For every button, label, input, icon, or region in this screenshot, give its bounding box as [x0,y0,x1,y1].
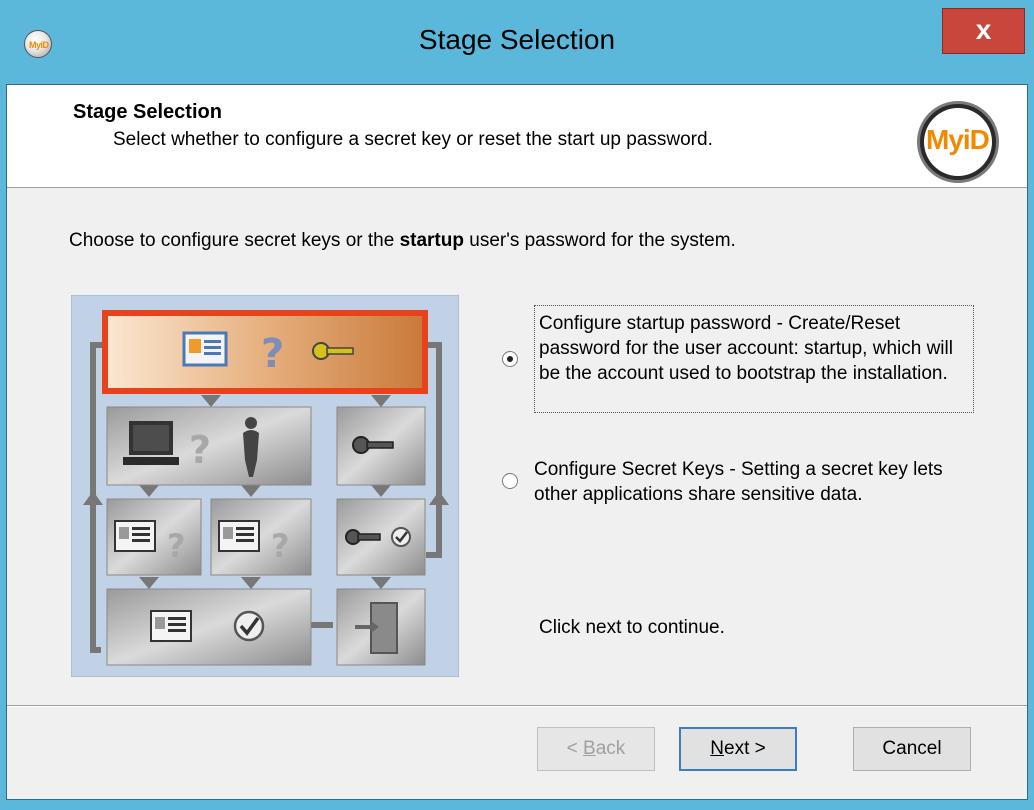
radio-configure-startup-password[interactable] [502,351,518,367]
radio-configure-secret-keys[interactable] [502,473,518,489]
continue-hint: Click next to continue. [539,617,725,638]
window-title: Stage Selection [418,24,616,55]
next-rest: ext > [724,738,766,759]
wizard-header: Stage Selection Select whether to config… [7,85,1027,188]
radio-selected-dot [507,356,513,362]
checkmark-icon [233,610,265,642]
logo-text: MyiD [926,124,990,156]
footer-separator [7,705,1027,707]
cancel-button[interactable]: Cancel [853,727,971,771]
instruction-bold: startup [399,230,464,251]
back-mnemonic: B [583,738,596,759]
id-card-icon-2 [114,520,156,552]
next-button[interactable]: Next > [679,727,797,771]
installer-window: MyiD Stage Selection x Stage Selection S… [0,0,1034,810]
computer-icon [123,421,179,465]
option-configure-startup-password[interactable]: Configure startup password - Create/Rese… [534,305,974,413]
next-mnemonic: N [710,738,724,759]
question-mark-icon-3: ? [167,527,186,565]
instruction-before: Choose to configure secret keys or the [69,230,400,251]
id-card-icon-4 [150,610,192,642]
id-card-icon-3 [218,520,260,552]
back-rest: ack [595,738,626,759]
question-mark-icon-2: ? [189,428,211,472]
close-button[interactable]: x [942,8,1025,54]
stage-box-card-done [106,588,312,666]
myid-logo: MyiD [917,101,999,183]
question-mark-icon: ? [261,331,284,377]
option-configure-secret-keys[interactable]: Configure Secret Keys - Setting a secret… [534,457,974,507]
header-subtitle: Select whether to configure a secret key… [113,129,713,150]
title-bar[interactable]: MyiD Stage Selection x [0,0,1034,84]
stage-diagram: ? ? ? ? [71,295,459,677]
question-mark-icon-4: ? [271,527,290,565]
dialog-client-area: Stage Selection Select whether to config… [6,84,1028,800]
id-card-icon [182,331,228,367]
instruction-after: user's password for the system. [463,230,736,251]
header-title: Stage Selection [73,101,222,123]
instruction-text: Choose to configure secret keys or the s… [69,230,736,252]
logo-label: MyiD [926,124,990,155]
back-prefix: < [566,738,584,759]
back-button[interactable]: < Back [537,727,655,771]
